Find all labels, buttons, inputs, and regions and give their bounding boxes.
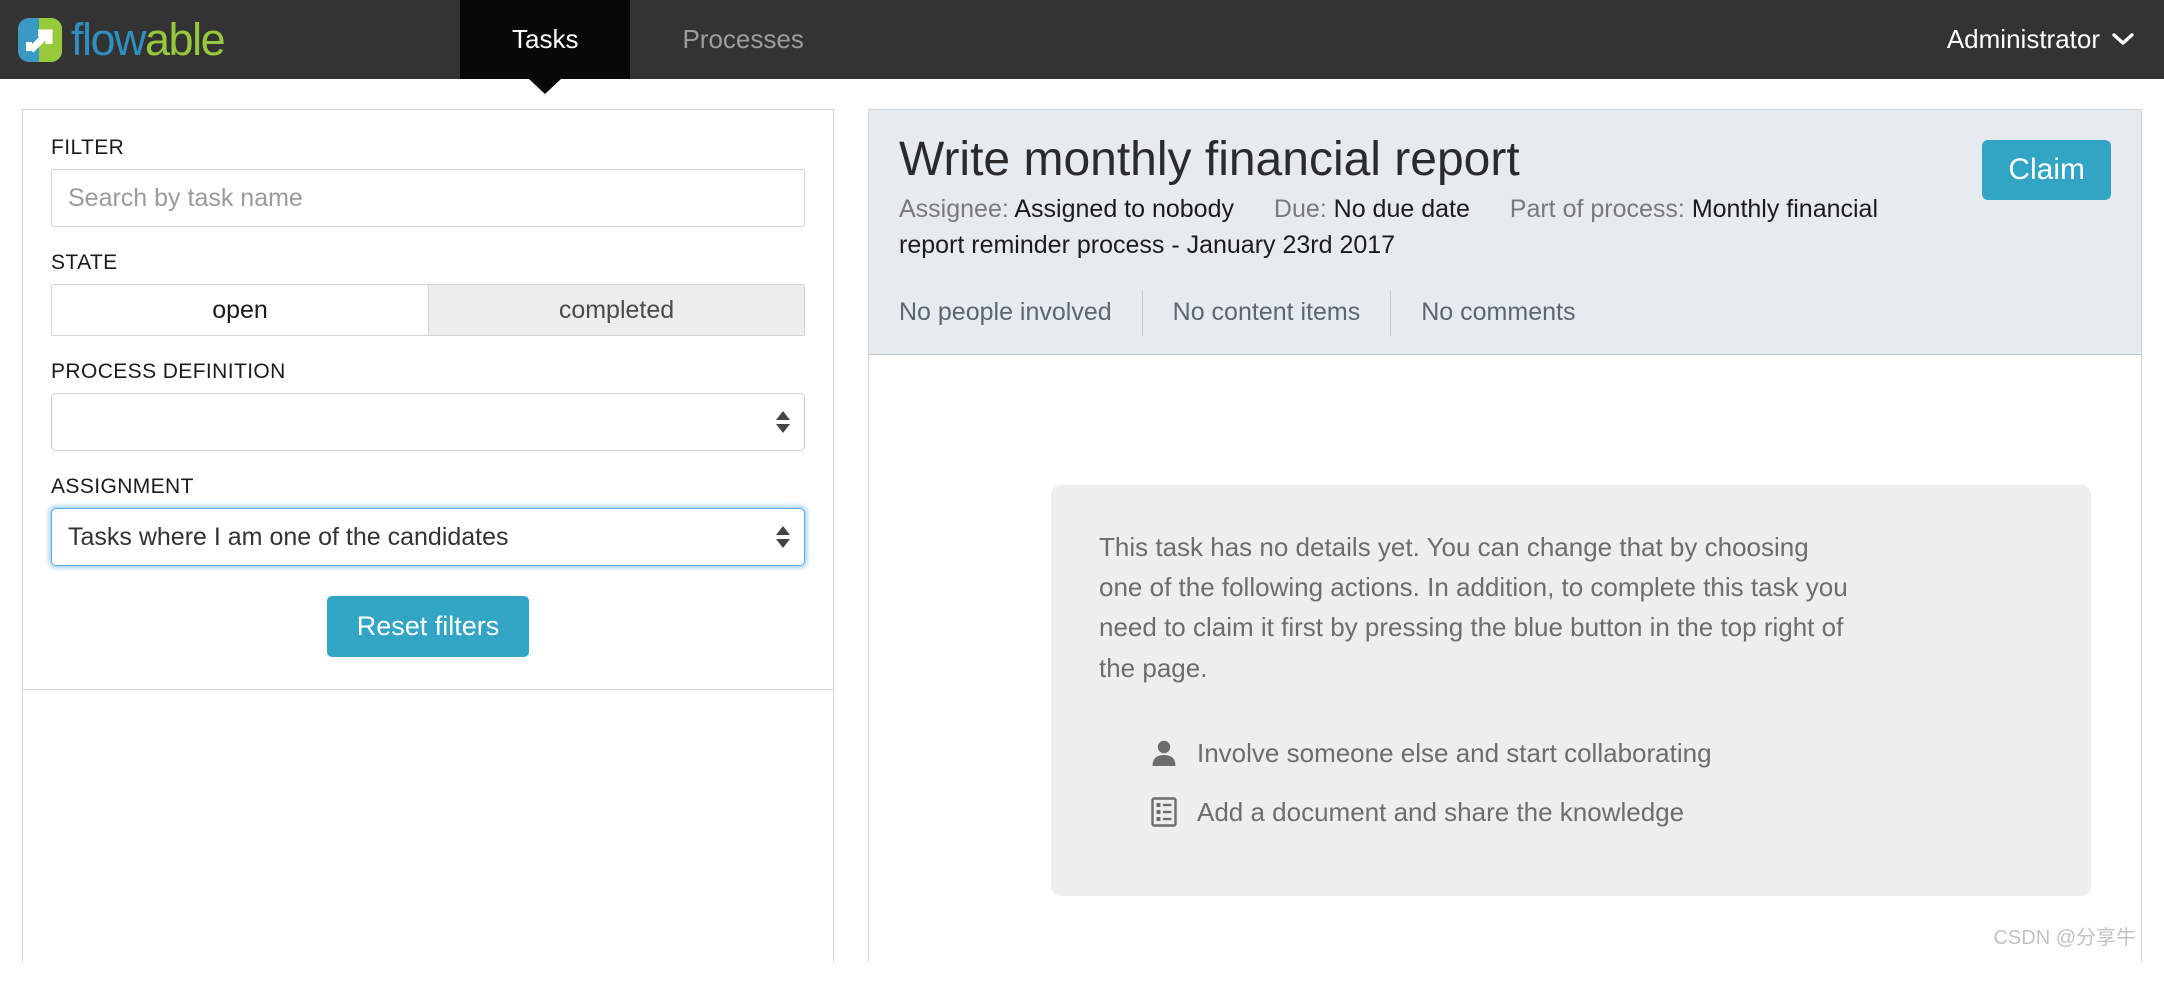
- assignee-value: Assigned to nobody: [1014, 195, 1234, 223]
- active-tab-pointer-icon: [529, 79, 561, 94]
- task-subnav: No people involved No content items No c…: [899, 290, 2111, 336]
- tab-tasks[interactable]: Tasks: [460, 0, 630, 79]
- due-value: No due date: [1334, 195, 1470, 223]
- tab-processes-label: Processes: [682, 24, 803, 55]
- flowable-logo-icon: [18, 18, 62, 62]
- select-spinner-icon: [776, 411, 790, 433]
- nav-spacer: [856, 0, 1947, 79]
- task-detail-panel: Write monthly financial report Assignee:…: [868, 109, 2142, 962]
- empty-state-actions: Involve someone else and start collabora…: [1099, 738, 2043, 828]
- task-list-area: [23, 690, 833, 990]
- empty-state-card: This task has no details yet. You can ch…: [1051, 485, 2091, 896]
- brand-word-able: able: [145, 14, 224, 65]
- task-title: Write monthly financial report: [899, 132, 2111, 187]
- task-detail-body: This task has no details yet. You can ch…: [869, 485, 2141, 962]
- user-menu-label: Administrator: [1947, 24, 2100, 55]
- action-involve-someone[interactable]: Involve someone else and start collabora…: [1147, 738, 2043, 769]
- due-label: Due:: [1274, 195, 1327, 223]
- filter-panel: FILTER STATE open completed PROCESS DEFI…: [23, 110, 833, 690]
- action-add-document-label: Add a document and share the knowledge: [1197, 797, 1684, 828]
- brand-logo[interactable]: flowable: [0, 0, 460, 79]
- assignee-label: Assignee:: [899, 195, 1009, 223]
- reset-filters-container: Reset filters: [51, 596, 805, 657]
- user-menu[interactable]: Administrator: [1947, 0, 2164, 79]
- filter-label: FILTER: [51, 136, 805, 160]
- process-label: Part of process:: [1510, 195, 1685, 223]
- main-nav-tabs: Tasks Processes: [460, 0, 856, 79]
- empty-state-text: This task has no details yet. You can ch…: [1099, 527, 1859, 688]
- task-detail-header: Write monthly financial report Assignee:…: [869, 110, 2141, 355]
- task-meta: Assignee: Assigned to nobody Due: No due…: [899, 191, 1899, 264]
- search-input[interactable]: [51, 169, 805, 227]
- tab-processes[interactable]: Processes: [630, 0, 855, 79]
- subnav-comments[interactable]: No comments: [1391, 298, 1605, 327]
- assignment-label: ASSIGNMENT: [51, 475, 805, 499]
- select-spinner-icon: [776, 526, 790, 548]
- subnav-people-involved[interactable]: No people involved: [899, 298, 1142, 327]
- state-option-open[interactable]: open: [52, 285, 428, 335]
- assignment-value: Tasks where I am one of the candidates: [68, 523, 509, 552]
- person-icon: [1147, 739, 1181, 767]
- brand-wordmark: flowable: [71, 17, 224, 62]
- subnav-content-items[interactable]: No content items: [1143, 298, 1391, 327]
- process-definition-select[interactable]: [51, 393, 805, 451]
- process-definition-label: PROCESS DEFINITION: [51, 360, 805, 384]
- chevron-down-icon: [2112, 30, 2134, 50]
- filter-sidebar: FILTER STATE open completed PROCESS DEFI…: [22, 109, 834, 962]
- state-toggle-group: open completed: [51, 284, 805, 336]
- brand-word-flow: flow: [71, 14, 145, 65]
- document-icon: [1147, 797, 1181, 827]
- claim-button[interactable]: Claim: [1982, 140, 2111, 200]
- tab-tasks-label: Tasks: [512, 24, 578, 55]
- action-involve-someone-label: Involve someone else and start collabora…: [1197, 738, 1712, 769]
- action-add-document[interactable]: Add a document and share the knowledge: [1147, 797, 2043, 828]
- state-label: STATE: [51, 251, 805, 275]
- reset-filters-button[interactable]: Reset filters: [327, 596, 530, 657]
- state-option-completed[interactable]: completed: [428, 285, 804, 335]
- assignment-select[interactable]: Tasks where I am one of the candidates: [51, 508, 805, 566]
- top-navigation-bar: flowable Tasks Processes Administrator: [0, 0, 2164, 79]
